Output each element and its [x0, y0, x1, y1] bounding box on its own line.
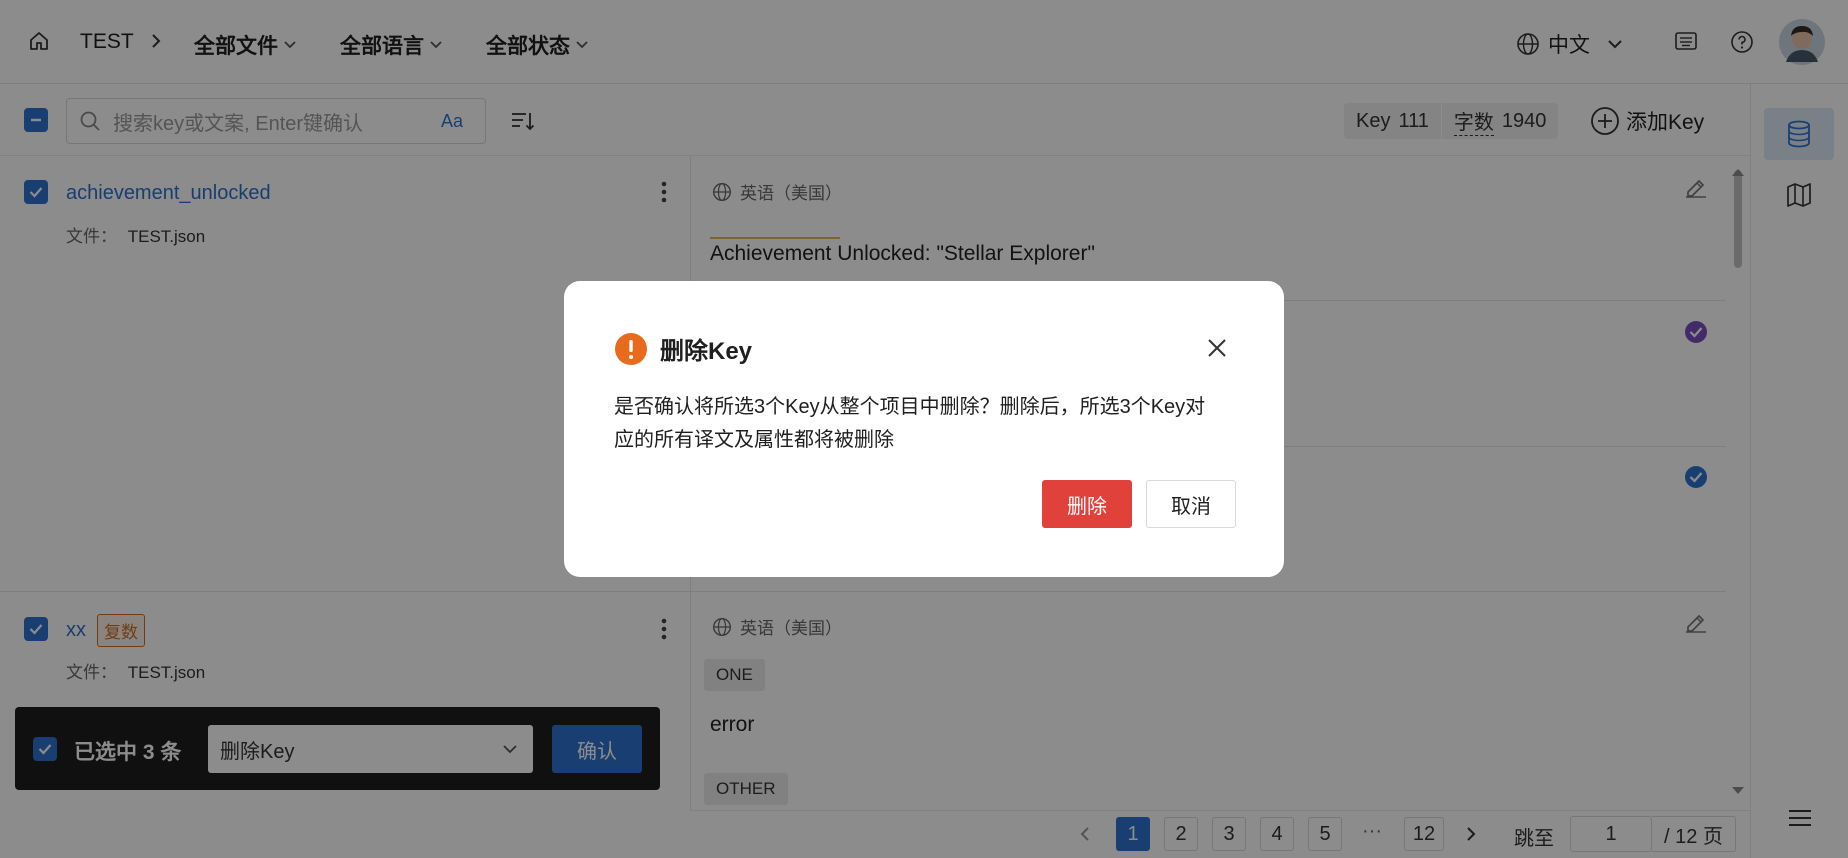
- dialog-message-line: 是否确认将所选3个Key从整个项目中删除？删除后，所选3个Key对: [614, 396, 1206, 418]
- close-icon[interactable]: [1206, 337, 1228, 359]
- confirm-delete-button[interactable]: 删除: [1042, 480, 1132, 528]
- dialog-header: 删除Key: [614, 331, 752, 366]
- dialog-title: 删除Key: [660, 338, 753, 365]
- warning-icon: [615, 332, 647, 365]
- dialog-message-line: 应的所有译文及属性都将被删除: [614, 429, 894, 451]
- delete-key-dialog: 删除Key 是否确认将所选3个Key从整个项目中删除？删除后，所选3个Key对 …: [564, 281, 1284, 577]
- dialog-message: 是否确认将所选3个Key从整个项目中删除？删除后，所选3个Key对 应的所有译文…: [614, 391, 1254, 457]
- cancel-button[interactable]: 取消: [1146, 480, 1236, 528]
